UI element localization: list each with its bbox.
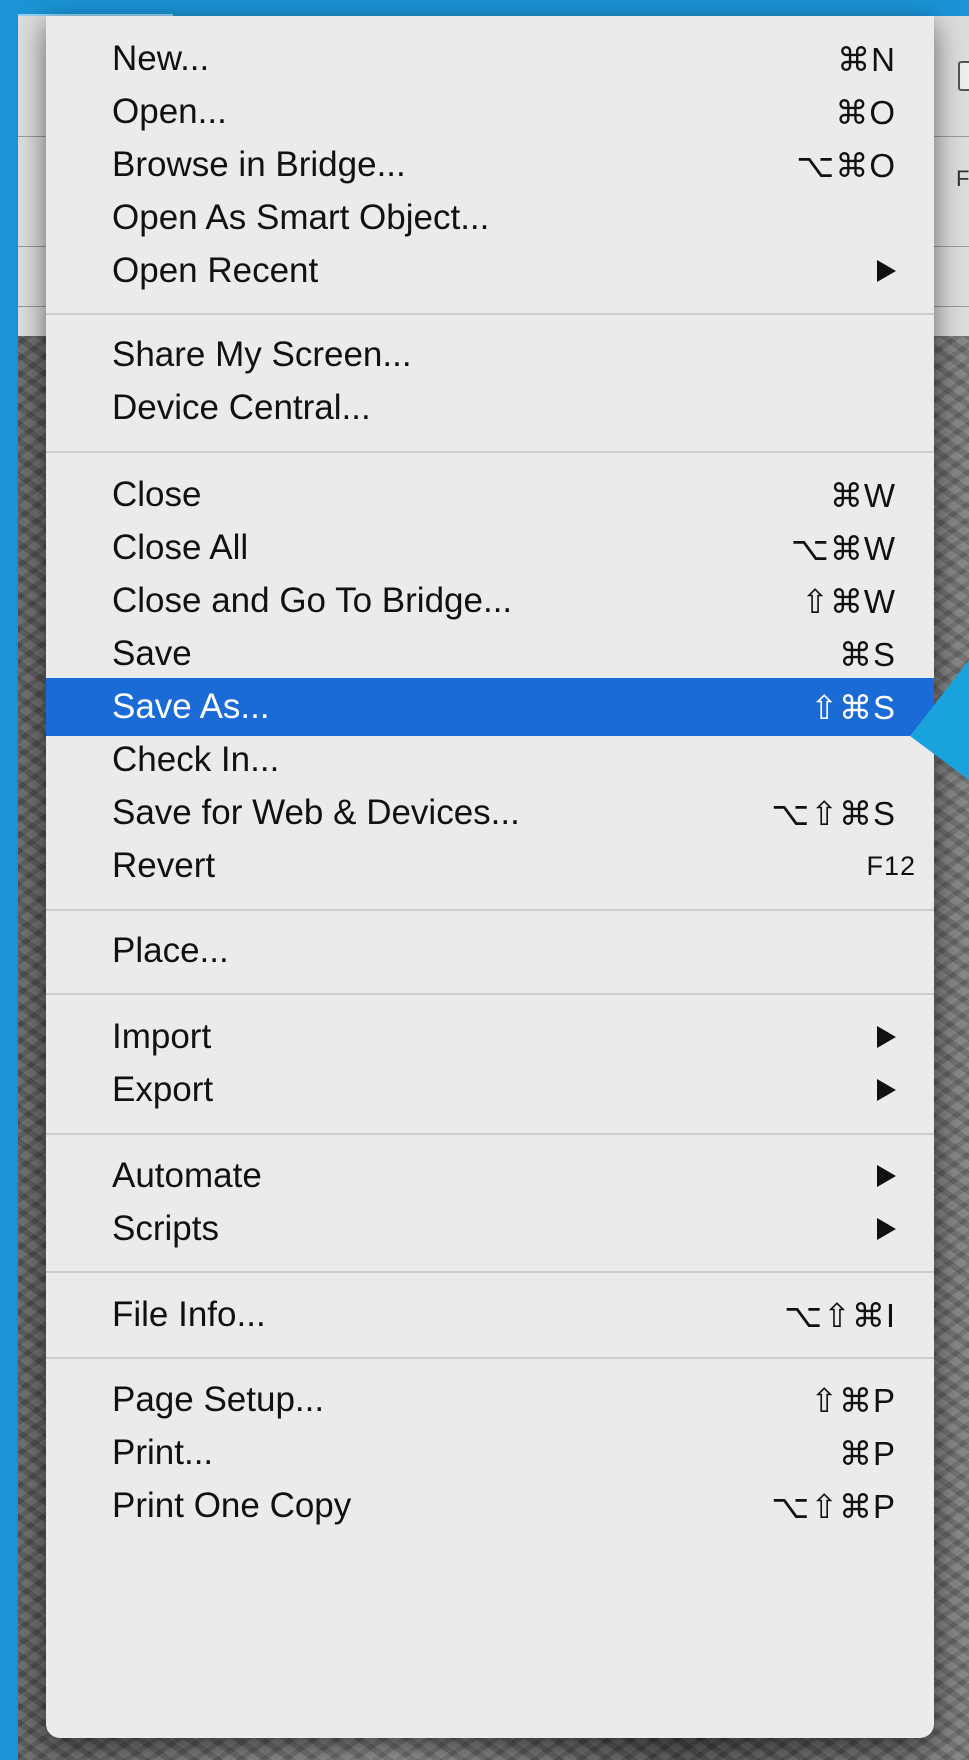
menu-item-close[interactable]: Close ⌘W xyxy=(46,466,934,524)
menu-separator xyxy=(46,909,934,911)
menu-item-export[interactable]: Export xyxy=(46,1061,934,1119)
annotation-arrow-icon xyxy=(910,660,969,780)
menu-item-label: Close and Go To Bridge... xyxy=(112,581,513,620)
menu-item-label: Close xyxy=(112,475,202,514)
menu-item-import[interactable]: Import xyxy=(46,1008,934,1066)
menu-item-shortcut: ⇧⌘P xyxy=(810,1381,896,1419)
menu-separator xyxy=(46,1271,934,1273)
menu-item-scripts[interactable]: Scripts xyxy=(46,1200,934,1258)
menu-item-shortcut: F12 xyxy=(866,850,916,881)
menu-item-label: Revert xyxy=(112,846,216,885)
menu-item-shortcut: ⇧⌘S xyxy=(810,688,896,726)
menu-item-save[interactable]: Save ⌘S xyxy=(46,625,934,683)
menu-separator xyxy=(46,993,934,995)
menu-item-print-one-copy[interactable]: Print One Copy ⌥⇧⌘P xyxy=(46,1477,934,1535)
menu-item-label: Browse in Bridge... xyxy=(112,145,406,184)
menu-item-close-all[interactable]: Close All ⌥⌘W xyxy=(46,519,934,577)
menu-item-label: Scripts xyxy=(112,1209,219,1248)
menu-item-shortcut: ⌘S xyxy=(838,635,896,673)
window-left-frame xyxy=(0,0,18,1760)
menu-item-label: Print One Copy xyxy=(112,1486,352,1525)
menu-item-file-info[interactable]: File Info... ⌥⇧⌘I xyxy=(46,1286,934,1344)
file-menu: New... ⌘N Open... ⌘O Browse in Bridge...… xyxy=(46,16,934,1738)
menu-item-label: Device Central... xyxy=(112,388,371,427)
menu-item-label: New... xyxy=(112,39,210,78)
menu-item-label: Export xyxy=(112,1070,214,1109)
menu-item-label: File Info... xyxy=(112,1295,266,1334)
menu-item-label: Share My Screen... xyxy=(112,335,412,374)
tool-option-text: Flo xyxy=(956,166,969,191)
menu-item-label: Automate xyxy=(112,1156,262,1195)
menu-item-label: Open As Smart Object... xyxy=(112,198,490,237)
menu-item-label: Import xyxy=(112,1017,212,1056)
menu-item-shortcut: ⌘O xyxy=(835,93,896,131)
menu-item-open-recent[interactable]: Open Recent xyxy=(46,242,934,300)
menu-item-label: Open Recent xyxy=(112,251,319,290)
menu-item-shortcut: ⌥⇧⌘S xyxy=(771,794,896,832)
menu-item-shortcut: ⇧⌘W xyxy=(801,582,896,620)
menu-separator xyxy=(46,1133,934,1135)
menu-item-save-for-web[interactable]: Save for Web & Devices... ⌥⇧⌘S xyxy=(46,784,934,842)
menu-item-label: Save xyxy=(112,634,192,673)
menu-item-shortcut: ⌘W xyxy=(829,476,896,514)
menu-item-open[interactable]: Open... ⌘O xyxy=(46,83,934,141)
menu-item-label: Page Setup... xyxy=(112,1380,325,1419)
menu-item-label: Save for Web & Devices... xyxy=(112,793,520,832)
menu-item-shortcut: ⌥⌘W xyxy=(790,529,896,567)
menu-item-print[interactable]: Print... ⌘P xyxy=(46,1424,934,1482)
menu-item-share-my-screen[interactable]: Share My Screen... xyxy=(46,326,934,384)
menu-item-label: Open... xyxy=(112,92,227,131)
menu-item-check-in[interactable]: Check In... xyxy=(46,731,934,789)
menu-separator xyxy=(46,313,934,315)
menu-item-close-and-go-to-bridge[interactable]: Close and Go To Bridge... ⇧⌘W xyxy=(46,572,934,630)
menu-item-label: Save As... xyxy=(112,687,270,726)
menu-item-browse-in-bridge[interactable]: Browse in Bridge... ⌥⌘O xyxy=(46,136,934,194)
menu-item-shortcut: ⌘N xyxy=(837,40,896,78)
menu-item-automate[interactable]: Automate xyxy=(46,1147,934,1205)
menu-item-label: Place... xyxy=(112,931,229,970)
menu-item-device-central[interactable]: Device Central... xyxy=(46,379,934,437)
menu-item-open-as-smart-object[interactable]: Open As Smart Object... xyxy=(46,189,934,247)
menu-item-label: Close All xyxy=(112,528,249,567)
menu-item-shortcut: ⌥⌘O xyxy=(796,146,896,184)
screen-mode-icon[interactable] xyxy=(958,61,969,91)
menu-item-label: Print... xyxy=(112,1433,214,1472)
menu-item-new[interactable]: New... ⌘N xyxy=(46,30,934,88)
submenu-arrow-icon xyxy=(877,260,896,282)
menu-separator xyxy=(46,1357,934,1359)
menu-item-shortcut: ⌥⇧⌘I xyxy=(784,1296,896,1334)
submenu-arrow-icon xyxy=(877,1079,896,1101)
submenu-arrow-icon xyxy=(877,1165,896,1187)
menu-item-shortcut: ⌘P xyxy=(838,1434,896,1472)
submenu-arrow-icon xyxy=(877,1218,896,1240)
menu-item-save-as[interactable]: Save As... ⇧⌘S xyxy=(46,678,934,736)
menu-item-place[interactable]: Place... xyxy=(46,922,934,980)
menu-item-shortcut: ⌥⇧⌘P xyxy=(771,1487,896,1525)
annotation-arrow-shape xyxy=(910,660,969,780)
submenu-arrow-icon xyxy=(877,1026,896,1048)
menu-item-page-setup[interactable]: Page Setup... ⇧⌘P xyxy=(46,1371,934,1429)
menu-item-label: Check In... xyxy=(112,740,280,779)
menu-separator xyxy=(46,451,934,453)
menu-item-revert[interactable]: Revert F12 xyxy=(46,837,934,895)
